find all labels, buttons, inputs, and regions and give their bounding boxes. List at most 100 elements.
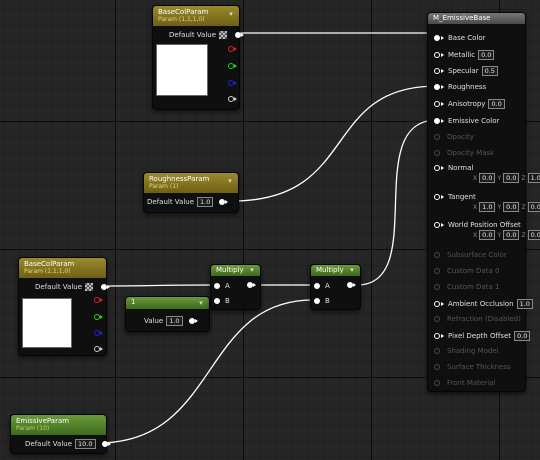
input-pin[interactable] <box>434 165 440 171</box>
axis-label: Z <box>521 231 526 239</box>
input-pin[interactable] <box>434 301 440 307</box>
node-header[interactable]: M_EmissiveBase <box>428 13 525 24</box>
input-label: Opacity Mask <box>447 149 495 157</box>
material-input-refraction-disabled[interactable]: Refraction (Disabled) <box>434 315 521 323</box>
material-input-pixel-depth-offset[interactable]: Pixel Depth Offset 0.0 <box>434 331 531 341</box>
roughness-param-node[interactable]: RoughnessParam Param (1) ▾ Default Value… <box>143 172 239 213</box>
material-input-opacity-mask[interactable]: Opacity Mask <box>434 149 494 157</box>
node-header[interactable]: RoughnessParam Param (1) ▾ <box>144 173 238 193</box>
material-input-ambient-occlusion[interactable]: Ambient Occlusion 1.0 <box>434 299 533 309</box>
axis-value-field[interactable]: 1.0 <box>527 173 540 183</box>
output-arrow-icon <box>100 315 103 319</box>
color-swatch <box>156 44 208 96</box>
input-pin[interactable] <box>434 52 440 58</box>
material-input-tangent[interactable]: Tangent <box>434 193 476 201</box>
material-input-metallic[interactable]: Metallic 0.0 <box>434 50 495 60</box>
axis-value-field[interactable]: 0.0 <box>527 230 540 240</box>
axis-value-field[interactable]: 0.0 <box>527 202 540 212</box>
input-pin[interactable] <box>434 35 440 41</box>
value-label: Value <box>144 317 164 325</box>
output-arrow-icon <box>234 81 237 85</box>
pin-b-label: B <box>225 297 230 305</box>
multiply-node-2[interactable]: Multiply ▾ A B <box>310 264 361 310</box>
material-input-custom-data-1[interactable]: Custom Data 1 <box>434 283 499 291</box>
material-input-roughness[interactable]: Roughness <box>434 83 486 91</box>
input-pin[interactable] <box>434 194 440 200</box>
node-header[interactable]: EmissiveParam Param (10) <box>11 415 106 435</box>
node-header[interactable]: BaseColParam Param (1,1,1,0) <box>19 258 106 278</box>
scalar-constant-node[interactable]: 1 ▾ Value 1.0 <box>125 296 210 332</box>
material-input-subsurface-color[interactable]: Subsurface Color <box>434 251 507 259</box>
input-arrow-icon <box>441 195 444 199</box>
material-input-surface-thickness[interactable]: Surface Thickness <box>434 363 511 371</box>
node-header[interactable]: BaseColParam Param (1,1,1,0) ▾ <box>153 6 239 26</box>
material-input-custom-data-0[interactable]: Custom Data 0 <box>434 267 499 275</box>
chevron-down-icon[interactable]: ▾ <box>196 298 206 308</box>
material-input-front-material[interactable]: Front Material <box>434 379 495 387</box>
node-header[interactable]: 1 ▾ <box>126 297 209 309</box>
material-input-shading-model[interactable]: Shading Model <box>434 347 499 355</box>
value-field[interactable]: 1.0 <box>166 316 183 326</box>
input-pin[interactable] <box>434 101 440 107</box>
input-pin[interactable] <box>434 118 440 124</box>
input-pin[interactable] <box>434 134 440 140</box>
input-pin[interactable] <box>434 380 440 386</box>
input-label: Refraction (Disabled) <box>447 315 521 323</box>
chevron-down-icon[interactable]: ▾ <box>225 176 235 186</box>
axis-value-field[interactable]: 0.0 <box>479 230 496 240</box>
material-input-anisotropy[interactable]: Anisotropy 0.0 <box>434 99 505 109</box>
multiply-node-1[interactable]: Multiply ▾ A B <box>210 264 261 310</box>
input-pin-b[interactable] <box>314 298 320 304</box>
basecol-param-node-bottom[interactable]: BaseColParam Param (1,1,1,0) Default Val… <box>18 257 111 356</box>
material-input-opacity[interactable]: Opacity <box>434 133 474 141</box>
input-pin[interactable] <box>434 284 440 290</box>
emissive-param-node[interactable]: EmissiveParam Param (10) Default Value 1… <box>10 414 111 454</box>
input-pin[interactable] <box>434 68 440 74</box>
input-pin[interactable] <box>434 316 440 322</box>
basecol-param-node-top[interactable]: BaseColParam Param (1,1,1,0) ▾ Default V… <box>152 5 245 110</box>
axis-value-field[interactable]: 0.0 <box>503 202 520 212</box>
input-pin[interactable] <box>434 222 440 228</box>
output-arrow-icon <box>194 319 198 323</box>
default-value-field[interactable]: 10.0 <box>75 439 96 449</box>
material-input-emissive-color[interactable]: Emissive Color <box>434 117 499 125</box>
chevron-down-icon[interactable]: ▾ <box>247 265 257 275</box>
input-pin[interactable] <box>434 268 440 274</box>
input-value-field[interactable]: 0.0 <box>478 50 495 60</box>
axis-value-field[interactable]: 1.0 <box>479 202 496 212</box>
node-title: EmissiveParam <box>16 417 70 425</box>
input-arrow-icon <box>441 36 444 40</box>
material-input-normal[interactable]: Normal <box>434 164 473 172</box>
input-value-field[interactable]: 1.0 <box>516 299 533 309</box>
input-label: Specular <box>448 67 479 75</box>
chevron-down-icon[interactable]: ▾ <box>347 265 357 275</box>
material-input-specular[interactable]: Specular 0.5 <box>434 66 498 76</box>
axis-value-field[interactable]: 0.0 <box>503 230 520 240</box>
output-arrow-icon <box>234 64 237 68</box>
input-value-field[interactable]: 0.5 <box>481 66 498 76</box>
chevron-down-icon[interactable]: ▾ <box>226 9 236 19</box>
input-pin[interactable] <box>434 348 440 354</box>
input-value-field[interactable]: 0.0 <box>514 331 531 341</box>
material-input-world-position-offset[interactable]: World Position Offset <box>434 221 521 229</box>
axis-value-field[interactable]: 0.0 <box>503 173 520 183</box>
input-pin[interactable] <box>434 150 440 156</box>
input-pin[interactable] <box>434 252 440 258</box>
default-value-field[interactable]: 1.0 <box>197 197 214 207</box>
input-pin[interactable] <box>434 84 440 90</box>
material-output-node[interactable]: M_EmissiveBase Base Color Metallic 0.0 Spec… <box>427 12 540 392</box>
node-title: 1 <box>131 298 136 306</box>
input-pin[interactable] <box>434 333 440 339</box>
input-label: Anisotropy <box>448 100 486 108</box>
input-pin-a[interactable] <box>214 283 220 289</box>
input-value-field[interactable]: 0.0 <box>488 99 505 109</box>
node-subtitle: Param (1,1,1,0) <box>24 268 71 275</box>
axis-label: Z <box>521 174 526 182</box>
input-pin-b[interactable] <box>214 298 220 304</box>
input-pin[interactable] <box>434 364 440 370</box>
material-input-base-color[interactable]: Base Color <box>434 34 486 42</box>
node-header[interactable]: Multiply ▾ <box>311 265 360 276</box>
axis-value-field[interactable]: 0.0 <box>479 173 496 183</box>
node-header[interactable]: Multiply ▾ <box>211 265 260 276</box>
input-pin-a[interactable] <box>314 283 320 289</box>
